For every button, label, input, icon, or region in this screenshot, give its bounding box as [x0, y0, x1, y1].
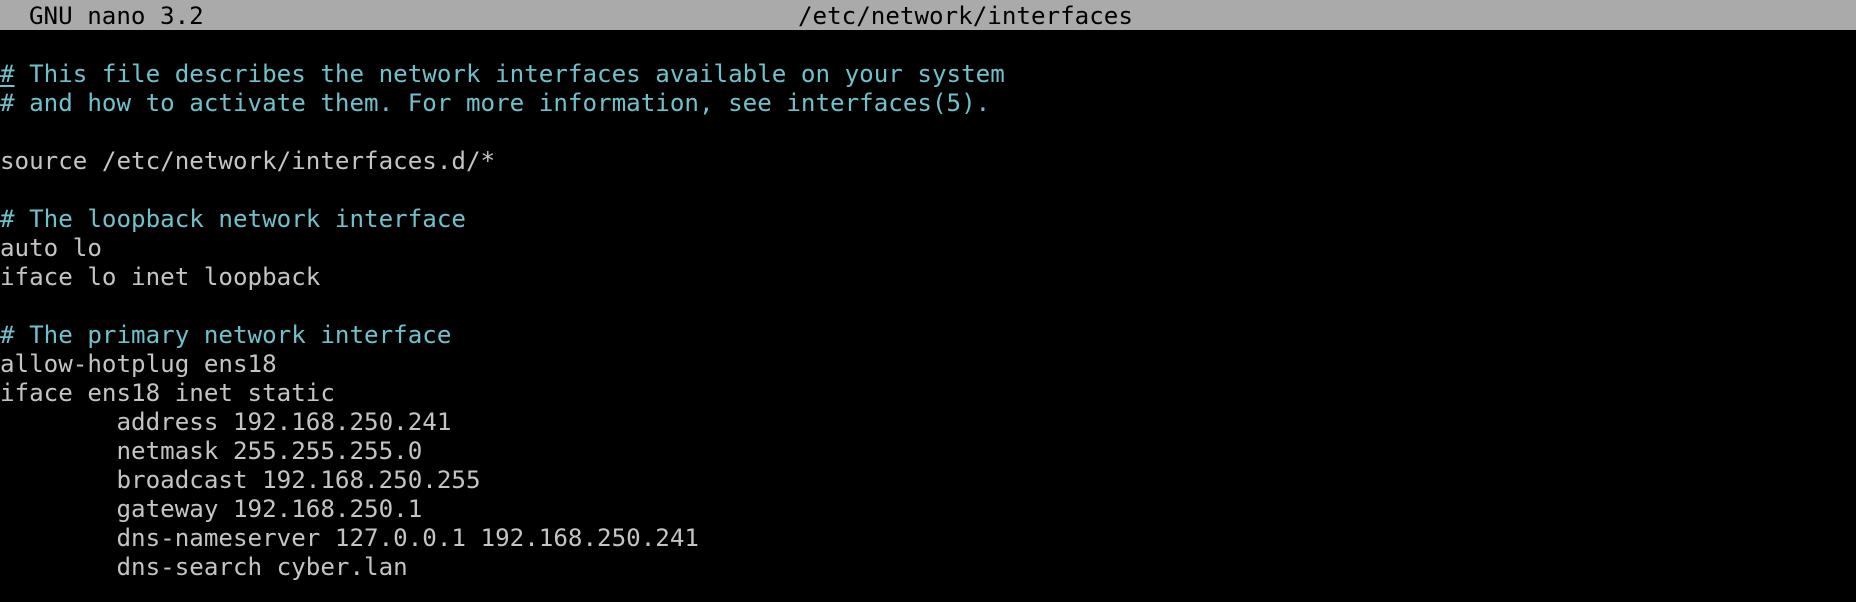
editor-line-10[interactable]: # The primary network interface — [0, 321, 1856, 350]
editor-line-3[interactable] — [0, 118, 1856, 147]
editor-line-2[interactable]: # and how to activate them. For more inf… — [0, 89, 1856, 118]
editor-line-14[interactable]: netmask 255.255.255.0 — [0, 437, 1856, 466]
editor-line-9[interactable] — [0, 292, 1856, 321]
editor-line-1[interactable]: # This file describes the network interf… — [0, 60, 1856, 89]
editor-line-4[interactable]: source /etc/network/interfaces.d/* — [0, 147, 1856, 176]
comment-text: This file describes the network interfac… — [14, 60, 1005, 88]
editor-line-17[interactable]: dns-nameserver 127.0.0.1 192.168.250.241 — [0, 524, 1856, 553]
editor-line-12[interactable]: iface ens18 inet static — [0, 379, 1856, 408]
file-name-label: /etc/network/interfaces — [798, 2, 1133, 30]
editor-line-15[interactable]: broadcast 192.168.250.255 — [0, 466, 1856, 495]
editor-line-7[interactable]: auto lo — [0, 234, 1856, 263]
nano-title-bar: GNU nano 3.2 /etc/network/interfaces — [0, 0, 1856, 30]
editor-line-16[interactable]: gateway 192.168.250.1 — [0, 495, 1856, 524]
editor-line-8[interactable]: iface lo inet loopback — [0, 263, 1856, 292]
editor-line-18[interactable]: dns-search cyber.lan — [0, 553, 1856, 582]
nano-version-label: GNU nano 3.2 — [29, 2, 204, 30]
editor-line-5[interactable] — [0, 176, 1856, 205]
text-cursor: # — [0, 60, 15, 88]
editor-line-11[interactable]: allow-hotplug ens18 — [0, 350, 1856, 379]
editor-text-area[interactable]: # This file describes the network interf… — [0, 60, 1856, 600]
editor-line-6[interactable]: # The loopback network interface — [0, 205, 1856, 234]
editor-line-13[interactable]: address 192.168.250.241 — [0, 408, 1856, 437]
